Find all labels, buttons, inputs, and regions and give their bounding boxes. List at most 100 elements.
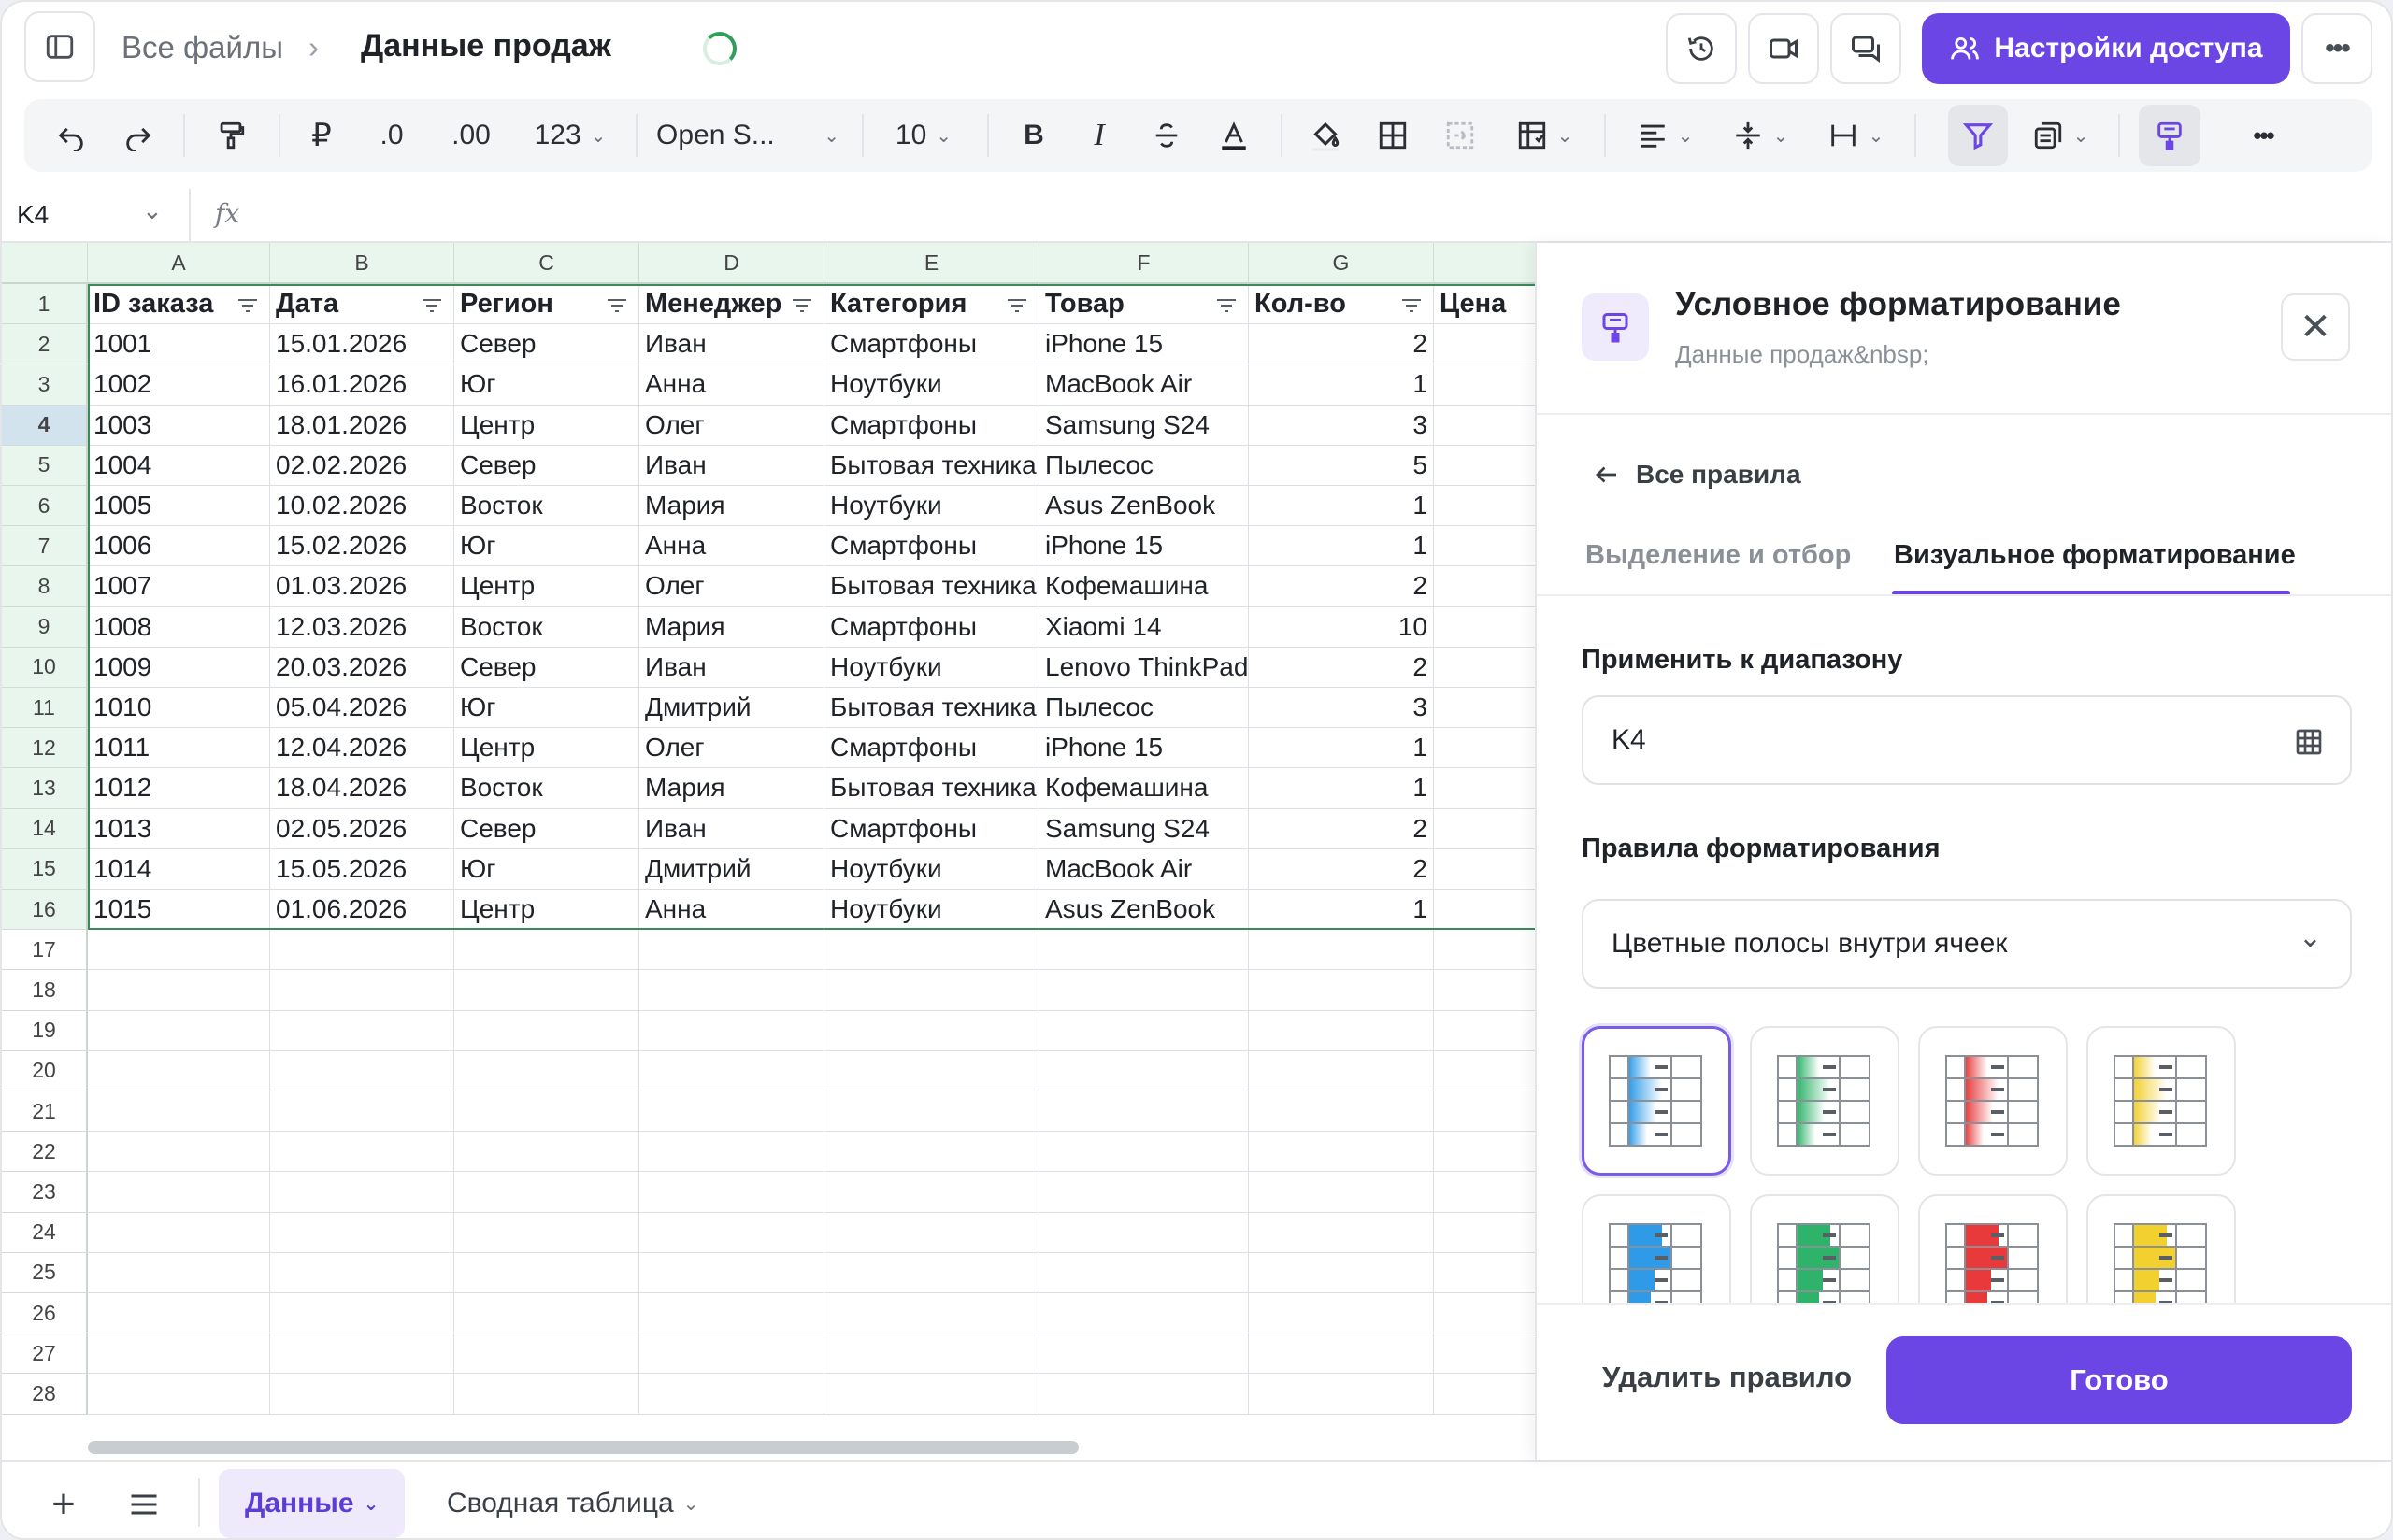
cell[interactable]: Север bbox=[454, 808, 639, 849]
cell[interactable]: Иван bbox=[639, 808, 824, 849]
vertical-align-dropdown[interactable]: ⌄ bbox=[1720, 99, 1800, 172]
row-header[interactable]: 21 bbox=[2, 1091, 88, 1133]
row-header[interactable]: 18 bbox=[2, 970, 88, 1011]
row-header[interactable]: 19 bbox=[2, 1010, 88, 1051]
cell[interactable]: 1007 bbox=[88, 566, 270, 607]
cell[interactable] bbox=[1434, 1091, 1535, 1133]
cell[interactable]: Север bbox=[454, 324, 639, 365]
cell[interactable] bbox=[639, 1374, 824, 1415]
cell[interactable] bbox=[824, 970, 1039, 1011]
borders-button[interactable] bbox=[1367, 99, 1419, 172]
cell[interactable]: Иван bbox=[639, 647, 824, 688]
cell[interactable]: Олег bbox=[639, 566, 824, 607]
cell[interactable] bbox=[454, 970, 639, 1011]
cell[interactable]: 12.04.2026 bbox=[270, 728, 454, 769]
cell[interactable]: 2 bbox=[1249, 848, 1434, 890]
cell[interactable] bbox=[1434, 1333, 1535, 1375]
row-header[interactable]: 5 bbox=[2, 445, 88, 486]
cell[interactable] bbox=[88, 1050, 270, 1091]
cell[interactable]: 1014 bbox=[88, 848, 270, 890]
cell[interactable] bbox=[1434, 849, 1535, 890]
cell[interactable] bbox=[1039, 1172, 1249, 1213]
conditional-format-button[interactable] bbox=[2139, 105, 2200, 166]
cell[interactable]: Центр bbox=[454, 728, 639, 769]
cell[interactable]: Иван bbox=[639, 324, 824, 365]
undo-button[interactable] bbox=[47, 99, 95, 172]
cell[interactable]: 3 bbox=[1249, 688, 1434, 729]
cell[interactable]: Смартфоны bbox=[824, 728, 1039, 769]
cell[interactable] bbox=[639, 1293, 824, 1334]
cell[interactable]: Кофемашина bbox=[1039, 566, 1249, 607]
cell[interactable] bbox=[639, 1172, 824, 1213]
cell[interactable] bbox=[1434, 406, 1535, 446]
redo-button[interactable] bbox=[114, 99, 163, 172]
cell[interactable]: 18.04.2026 bbox=[270, 768, 454, 809]
cell[interactable] bbox=[454, 1172, 639, 1213]
cell[interactable] bbox=[1249, 970, 1434, 1011]
cell[interactable] bbox=[1434, 526, 1535, 567]
more-menu-button[interactable]: ••• bbox=[2301, 13, 2372, 84]
formula-input[interactable] bbox=[273, 200, 2329, 234]
cell[interactable]: Samsung S24 bbox=[1039, 808, 1249, 849]
row-header[interactable]: 9 bbox=[2, 606, 88, 648]
column-header[interactable] bbox=[1434, 243, 1535, 284]
select-all-corner[interactable] bbox=[2, 243, 88, 284]
cell[interactable]: Юг bbox=[454, 688, 639, 729]
comments-button[interactable] bbox=[1830, 13, 1901, 84]
cell[interactable]: Бытовая техника bbox=[824, 688, 1039, 729]
cell[interactable]: 12.03.2026 bbox=[270, 606, 454, 648]
cell[interactable] bbox=[824, 1374, 1039, 1415]
column-header[interactable]: A bbox=[88, 243, 270, 284]
header-cell[interactable]: ID заказа bbox=[88, 284, 270, 325]
cell[interactable]: Север bbox=[454, 647, 639, 688]
cell[interactable]: 1013 bbox=[88, 808, 270, 849]
fill-color-button[interactable] bbox=[1299, 99, 1352, 172]
cell[interactable]: Восток bbox=[454, 486, 639, 527]
cell[interactable]: 1008 bbox=[88, 606, 270, 648]
column-filter-icon[interactable] bbox=[1007, 297, 1027, 314]
gradient-bar-preset[interactable] bbox=[1750, 1026, 1899, 1176]
cell[interactable] bbox=[824, 1252, 1039, 1293]
column-filter-icon[interactable] bbox=[1216, 297, 1237, 314]
cell[interactable] bbox=[1039, 1091, 1249, 1133]
sidebar-toggle-button[interactable] bbox=[24, 11, 95, 82]
header-cell[interactable]: Менеджер bbox=[639, 284, 824, 325]
cell[interactable]: Восток bbox=[454, 768, 639, 809]
cell[interactable] bbox=[1434, 970, 1535, 1011]
table-style-dropdown[interactable]: ⌄ bbox=[1505, 99, 1583, 172]
history-button[interactable] bbox=[1666, 13, 1737, 84]
cell[interactable] bbox=[270, 1091, 454, 1133]
row-header[interactable]: 13 bbox=[2, 768, 88, 809]
cell[interactable]: Анна bbox=[639, 890, 824, 931]
sheet-list-button[interactable] bbox=[116, 1476, 172, 1533]
cell[interactable] bbox=[639, 1132, 824, 1173]
column-header[interactable]: B bbox=[270, 243, 454, 284]
cell[interactable] bbox=[639, 1333, 824, 1375]
cell[interactable] bbox=[1249, 1212, 1434, 1253]
cell[interactable]: 1001 bbox=[88, 324, 270, 365]
text-wrap-dropdown[interactable]: ⌄ bbox=[1815, 99, 1896, 172]
cell[interactable] bbox=[1249, 1333, 1434, 1375]
cell[interactable] bbox=[270, 1252, 454, 1293]
sheet-tab-data[interactable]: Данные ⌄ bbox=[219, 1469, 406, 1538]
column-header[interactable]: D bbox=[639, 243, 824, 284]
font-size-dropdown[interactable]: 10 ⌄ bbox=[881, 99, 967, 172]
cell[interactable] bbox=[639, 1010, 824, 1051]
cell[interactable]: 1012 bbox=[88, 768, 270, 809]
cell[interactable] bbox=[639, 1091, 824, 1133]
column-header[interactable]: F bbox=[1039, 243, 1249, 284]
cell[interactable]: 1011 bbox=[88, 728, 270, 769]
cell[interactable] bbox=[1039, 970, 1249, 1011]
currency-format-button[interactable]: ₽ bbox=[297, 99, 346, 172]
row-header[interactable]: 14 bbox=[2, 808, 88, 849]
cell[interactable] bbox=[88, 1010, 270, 1051]
cell[interactable] bbox=[270, 1333, 454, 1375]
row-header[interactable]: 16 bbox=[2, 890, 88, 931]
solid-bar-preset[interactable] bbox=[1582, 1194, 1731, 1303]
cell[interactable] bbox=[88, 1212, 270, 1253]
row-header[interactable]: 28 bbox=[2, 1374, 88, 1415]
cell[interactable] bbox=[1434, 648, 1535, 688]
cell[interactable] bbox=[1249, 1293, 1434, 1334]
cell[interactable]: Бытовая техника bbox=[824, 445, 1039, 486]
row-header[interactable]: 12 bbox=[2, 728, 88, 769]
